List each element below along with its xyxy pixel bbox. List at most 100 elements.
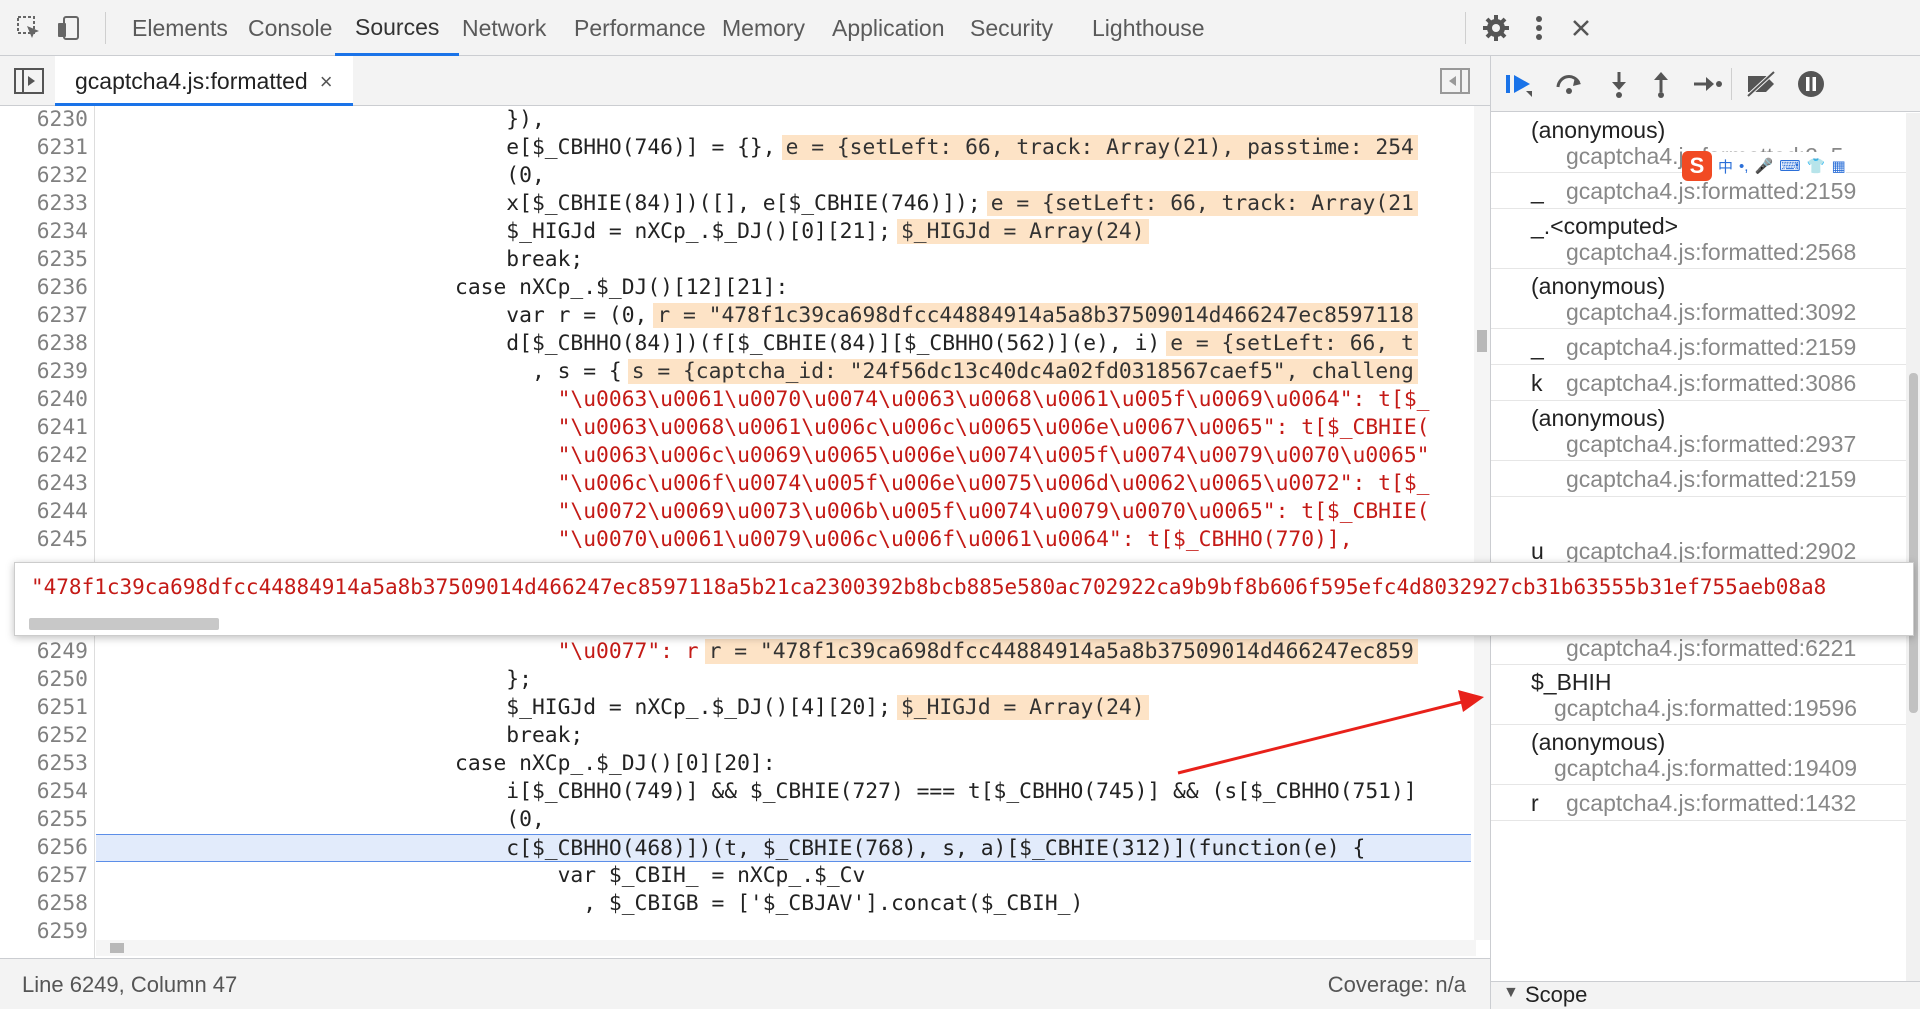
- inspect-icon[interactable]: [10, 10, 48, 46]
- code-line[interactable]: var $_CBIH_ = nXCp_.$_Cv: [96, 862, 1471, 890]
- ime-toolbar[interactable]: S 中 •, 🎤 ⌨ 👕 ▦: [1682, 151, 1846, 181]
- code-line[interactable]: "\u0072\u0069\u0073\u006b\u005f\u0074\u0…: [96, 498, 1471, 526]
- frame-location[interactable]: gcaptcha4.js:formatted:3086: [1566, 370, 1856, 397]
- call-frame[interactable]: (anonymous) gcaptcha4.js:formatted:3092: [1491, 269, 1906, 329]
- tab-lighthouse[interactable]: Lighthouse: [1072, 0, 1225, 56]
- tab-performance[interactable]: Performance: [554, 0, 726, 56]
- frame-location[interactable]: gcaptcha4.js:formatted:19596: [1554, 695, 1857, 722]
- coverage-status[interactable]: Coverage: n/a: [1328, 972, 1466, 998]
- frame-location[interactable]: gcaptcha4.js:formatted:2159: [1566, 334, 1856, 361]
- tab-network[interactable]: Network: [442, 0, 566, 56]
- file-tab-gcaptcha4[interactable]: gcaptcha4.js:formatted ×: [55, 56, 353, 106]
- line-number[interactable]: 6254: [0, 778, 88, 806]
- call-frame[interactable]: gcaptcha4.js:formatted:2159: [1491, 461, 1906, 497]
- code-line[interactable]: , s = {s = {captcha_id: "24f56dc13c40dc4…: [96, 358, 1471, 386]
- ime-voice-icon[interactable]: 🎤: [1754, 157, 1773, 175]
- ime-skin-icon[interactable]: 👕: [1807, 157, 1826, 175]
- code-line[interactable]: "\u0070\u0061\u0079\u006c\u006f\u0061\u0…: [96, 526, 1471, 554]
- code-line[interactable]: d[$_CBHHO(84)])(f[$_CBHIE(84)][$_CBHHO(5…: [96, 330, 1471, 358]
- line-number[interactable]: 6237: [0, 302, 88, 330]
- call-frame[interactable]: _ gcaptcha4.js:formatted:2159: [1491, 329, 1906, 365]
- frame-location[interactable]: gcaptcha4.js:formatted:2159: [1566, 466, 1856, 493]
- line-number[interactable]: 6234: [0, 218, 88, 246]
- line-number[interactable]: 6250: [0, 666, 88, 694]
- line-number[interactable]: 6236: [0, 274, 88, 302]
- tab-console[interactable]: Console: [228, 0, 352, 56]
- code-line[interactable]: (0,: [96, 806, 1471, 834]
- editor-horizontal-scrollbar[interactable]: [96, 940, 1476, 956]
- line-number[interactable]: 6238: [0, 330, 88, 358]
- frame-location[interactable]: gcaptcha4.js:formatted:3092: [1566, 299, 1856, 326]
- line-number[interactable]: 6232: [0, 162, 88, 190]
- ime-tools-icon[interactable]: ▦: [1831, 157, 1845, 175]
- ime-punctuation-icon[interactable]: •,: [1739, 158, 1748, 175]
- scope-section-header[interactable]: ▼ Scope: [1491, 981, 1920, 1009]
- line-number[interactable]: 6239: [0, 358, 88, 386]
- popover-scrollbar[interactable]: [29, 618, 219, 630]
- code-line[interactable]: break;: [96, 246, 1471, 274]
- sogou-logo-icon[interactable]: S: [1682, 151, 1712, 181]
- code-line[interactable]: "\u0063\u006c\u0069\u0065\u006e\u0074\u0…: [96, 442, 1471, 470]
- line-number[interactable]: 6255: [0, 806, 88, 834]
- code-line[interactable]: c[$_CBHHO(468)])(t, $_CBHIE(768), s, a)[…: [96, 834, 1471, 862]
- tab-sources[interactable]: Sources: [335, 0, 460, 56]
- deactivate-breakpoints-icon[interactable]: [1741, 66, 1781, 102]
- line-number[interactable]: 6256: [0, 834, 88, 862]
- code-line[interactable]: var r = (0, r = "478f1c39ca698dfcc4488491…: [96, 302, 1471, 330]
- line-number[interactable]: 6241: [0, 414, 88, 442]
- code-line[interactable]: case nXCp_.$_DJ()[0][20]:: [96, 750, 1471, 778]
- code-line[interactable]: "\u0063\u0061\u0070\u0074\u0063\u0068\u0…: [96, 386, 1471, 414]
- code-line[interactable]: "\u0077": rr = "478f1c39ca698dfcc4488491…: [96, 638, 1471, 666]
- frame-location[interactable]: gcaptcha4.js:formatted:2568: [1566, 239, 1856, 266]
- code-line[interactable]: $_HIGJd = nXCp_.$_DJ()[4][20]; $_HIGJd = …: [96, 694, 1471, 722]
- code-line[interactable]: , $_CBIGB = ['$_CBJAV'].concat($_CBIH_): [96, 890, 1471, 918]
- code-line[interactable]: i[$_CBHHO(749)] && $_CBHIE(727) === t[$_…: [96, 778, 1471, 806]
- call-frame[interactable]: (anonymous) gcaptcha4.js:formatted:19409: [1491, 725, 1906, 785]
- frame-location[interactable]: gcaptcha4.js:formatted:1432: [1566, 790, 1856, 817]
- call-frame[interactable]: $_BHIH gcaptcha4.js:formatted:19596: [1491, 665, 1906, 725]
- code-line[interactable]: $_HIGJd = nXCp_.$_DJ()[0][21]; $_HIGJd = …: [96, 218, 1471, 246]
- line-number[interactable]: 6244: [0, 498, 88, 526]
- line-number[interactable]: 6233: [0, 190, 88, 218]
- line-number[interactable]: 6251: [0, 694, 88, 722]
- line-number[interactable]: 6249: [0, 638, 88, 666]
- device-toolbar-icon[interactable]: [50, 10, 88, 46]
- step-icon[interactable]: [1687, 66, 1727, 102]
- ime-keyboard-icon[interactable]: ⌨: [1779, 157, 1801, 175]
- tab-application[interactable]: Application: [812, 0, 965, 56]
- line-number[interactable]: 6259: [0, 918, 88, 946]
- line-number[interactable]: 6235: [0, 246, 88, 274]
- editor-vertical-scrollbar[interactable]: [1474, 106, 1490, 940]
- line-number[interactable]: 6253: [0, 750, 88, 778]
- toggle-debugger-icon[interactable]: [1440, 68, 1470, 99]
- step-over-icon[interactable]: [1549, 66, 1589, 102]
- code-line[interactable]: break;: [96, 722, 1471, 750]
- step-into-icon[interactable]: [1599, 66, 1639, 102]
- line-number[interactable]: 6243: [0, 470, 88, 498]
- settings-icon[interactable]: [1477, 10, 1515, 46]
- code-line[interactable]: e[$_CBHHO(746)] = {}, e = {setLeft: 66, t…: [96, 134, 1471, 162]
- line-gutter[interactable]: 6230 6231 6232 6233 6234 6235 6236 6237 6238 6239…: [0, 106, 95, 958]
- tab-memory[interactable]: Memory: [702, 0, 825, 56]
- code-line[interactable]: (0,: [96, 162, 1471, 190]
- code-line[interactable]: }),: [96, 106, 1471, 134]
- call-frame[interactable]: (anonymous) gcaptcha4.js:formatted:2937: [1491, 401, 1906, 461]
- frame-location[interactable]: gcaptcha4.js:formatted:2937: [1566, 431, 1856, 458]
- frame-location[interactable]: gcaptcha4.js:formatted:2902: [1566, 538, 1856, 565]
- step-out-icon[interactable]: [1641, 66, 1681, 102]
- value-popover[interactable]: "478f1c39ca698dfcc44884914a5a8b37509014d…: [14, 562, 1914, 636]
- call-stack-scrollbar[interactable]: [1906, 113, 1920, 983]
- frame-location[interactable]: gcaptcha4.js:formatted:6221: [1566, 635, 1856, 662]
- line-number[interactable]: 6230: [0, 106, 88, 134]
- code-editor[interactable]: 6230 6231 6232 6233 6234 6235 6236 6237 6238 6239…: [0, 106, 1490, 958]
- close-icon[interactable]: [1562, 10, 1600, 46]
- line-number[interactable]: 6242: [0, 442, 88, 470]
- line-number[interactable]: 6240: [0, 386, 88, 414]
- close-tab-icon[interactable]: ×: [320, 69, 333, 94]
- code-line[interactable]: x[$_CBHIE(84)])([], e[$_CBHIE(746)]); e =…: [96, 190, 1471, 218]
- frame-location[interactable]: gcaptcha4.js:formatted:2159: [1566, 178, 1856, 205]
- line-number[interactable]: 6245: [0, 526, 88, 554]
- line-number[interactable]: 6258: [0, 890, 88, 918]
- code-line[interactable]: case nXCp_.$_DJ()[12][21]:: [96, 274, 1471, 302]
- pause-on-exceptions-icon[interactable]: [1791, 66, 1831, 102]
